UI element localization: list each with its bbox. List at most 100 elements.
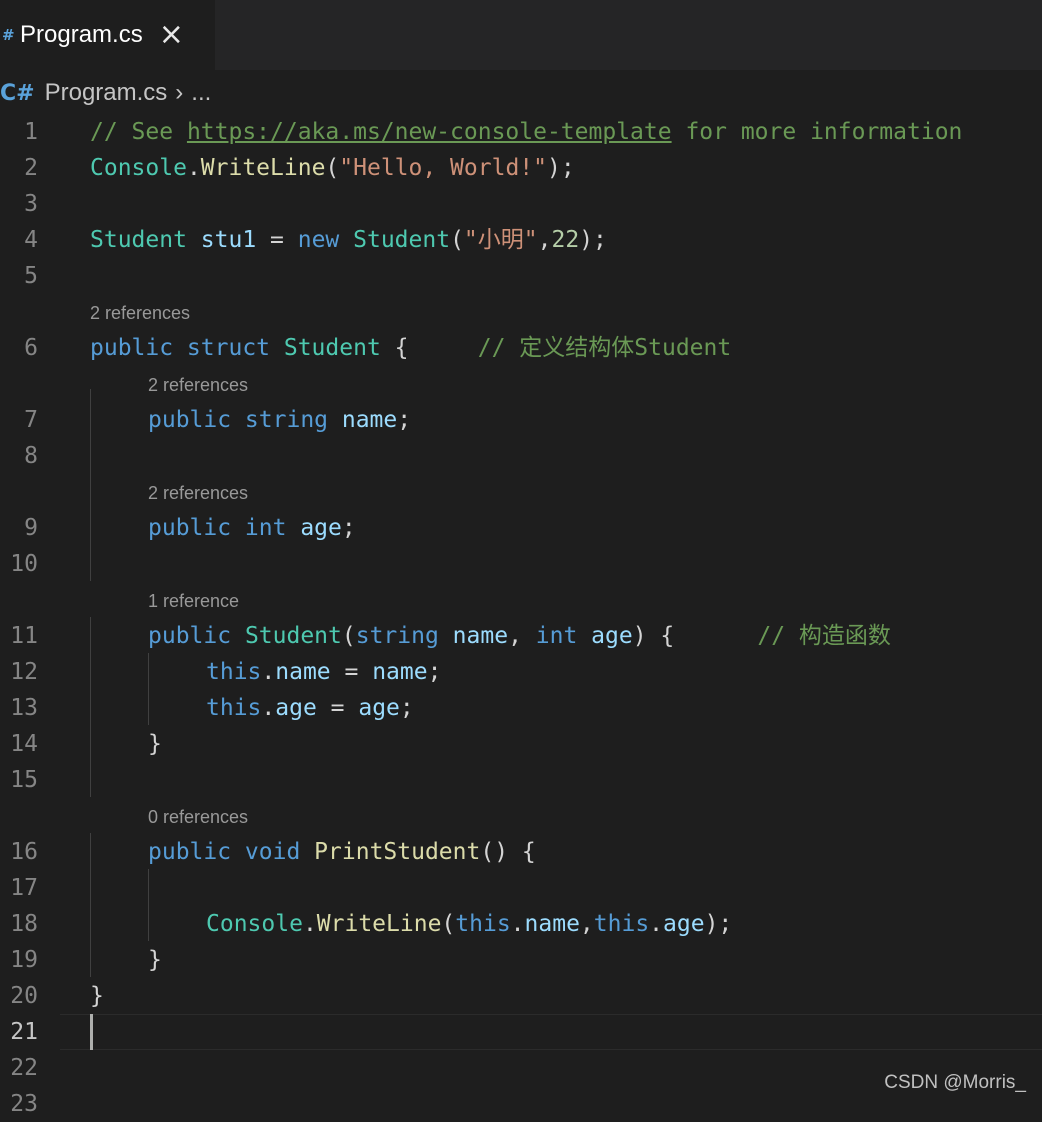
- codelens-references[interactable]: 0 references: [148, 806, 248, 828]
- close-icon[interactable]: ×: [159, 20, 184, 50]
- code-line: 12 this.name = name;: [0, 654, 1042, 690]
- code-line: 1 // See https://aka.ms/new-console-temp…: [0, 114, 1042, 150]
- code-line: 10: [0, 546, 1042, 582]
- punct-token: (: [441, 911, 456, 937]
- punct-token: .: [649, 911, 664, 937]
- code-line: 21: [0, 1014, 1042, 1050]
- method-token: WriteLine: [316, 911, 442, 937]
- punct-token: ) {: [632, 623, 675, 649]
- keyword-token: new: [297, 227, 340, 253]
- tab-label: Program.cs: [20, 21, 143, 48]
- tab-bar: # Program.cs ×: [0, 0, 1042, 70]
- line-number: 7: [24, 407, 38, 433]
- code-line: 2 Console.WriteLine("Hello, World!");: [0, 150, 1042, 186]
- code-line: 15: [0, 762, 1042, 798]
- line-number: 6: [24, 335, 38, 361]
- breadcrumb-file[interactable]: Program.cs: [45, 79, 168, 107]
- line-number: 21: [10, 1019, 38, 1045]
- line-number: 12: [10, 659, 38, 685]
- line-number: 5: [24, 263, 38, 289]
- breadcrumb: C# Program.cs › ...: [0, 74, 211, 112]
- watermark: CSDN @Morris_: [884, 1072, 1026, 1093]
- keyword-token: this: [206, 659, 262, 685]
- code-line: 11 public Student(string name, int age) …: [0, 618, 1042, 654]
- variable-token: age: [286, 515, 342, 541]
- variable-token: age: [663, 911, 705, 937]
- variable-token: age: [275, 695, 317, 721]
- brace-token: }: [148, 731, 162, 757]
- punct-token: ,: [537, 227, 552, 253]
- method-token: WriteLine: [200, 155, 326, 181]
- punct-token: ,: [508, 623, 536, 649]
- punct-token: .: [261, 695, 276, 721]
- line-number: 15: [10, 767, 38, 793]
- punct-token: );: [579, 227, 607, 253]
- keyword-token: this: [455, 911, 511, 937]
- class-token: Console: [90, 155, 187, 181]
- csharp-file-icon: C#: [0, 80, 35, 106]
- code-line: 4 Student stu1 = new Student("小明",22);: [0, 222, 1042, 258]
- line-number: 10: [10, 551, 38, 577]
- punct-token: ;: [427, 659, 442, 685]
- line-number: 11: [10, 623, 38, 649]
- keyword-token: public int: [148, 515, 287, 541]
- punct-token: ;: [397, 407, 412, 433]
- text-cursor: [90, 1014, 93, 1050]
- line-number: 17: [10, 875, 38, 901]
- csharp-file-icon: #: [2, 26, 15, 44]
- keyword-token: int: [535, 623, 578, 649]
- comment: // See: [90, 119, 187, 145]
- code-line: 5: [0, 258, 1042, 294]
- codelens-references[interactable]: 2 references: [148, 374, 248, 396]
- type-token: Student: [90, 227, 187, 253]
- keyword-token: this: [593, 911, 650, 937]
- punct-token: ;: [341, 515, 356, 541]
- code-line: 7 public string name;: [0, 402, 1042, 438]
- punct-token: (: [450, 227, 464, 253]
- line-number: 4: [24, 227, 38, 253]
- class-token: Console: [206, 911, 303, 937]
- line-number: 14: [10, 731, 38, 757]
- comment-link[interactable]: https://aka.ms/new-console-template: [187, 119, 672, 145]
- variable-token: age: [358, 695, 400, 721]
- type-token: Student: [231, 623, 342, 649]
- punct-token: .: [510, 911, 525, 937]
- type-token: Student: [270, 335, 381, 361]
- punct-token: (: [341, 623, 356, 649]
- punct-token: =: [330, 659, 373, 685]
- line-number: 18: [10, 911, 38, 937]
- variable-token: name: [372, 659, 428, 685]
- codelens-references[interactable]: 1 reference: [148, 590, 239, 612]
- code-line: 20 }: [0, 978, 1042, 1014]
- variable-token: stu1: [186, 227, 257, 253]
- keyword-token: public: [148, 623, 232, 649]
- tab-program-cs[interactable]: # Program.cs ×: [0, 0, 215, 70]
- punct-token: );: [547, 155, 575, 181]
- line-number: 3: [24, 191, 38, 217]
- codelens-references[interactable]: 2 references: [148, 482, 248, 504]
- variable-token: name: [524, 911, 580, 937]
- punct-token: =: [316, 695, 359, 721]
- chevron-right-icon: ›: [175, 79, 184, 106]
- keyword-token: public struct: [90, 335, 271, 361]
- code-line: 9 public int age;: [0, 510, 1042, 546]
- brace-token: }: [90, 983, 104, 1009]
- string-token: "Hello, World!": [339, 155, 547, 181]
- code-line: 13 this.age = age;: [0, 690, 1042, 726]
- code-line: 17: [0, 870, 1042, 906]
- codelens-references[interactable]: 2 references: [90, 302, 190, 324]
- code-line: 16 public void PrintStudent() {: [0, 834, 1042, 870]
- number-token: 22: [551, 227, 580, 253]
- code-line: 3: [0, 186, 1042, 222]
- punct-token: .: [261, 659, 276, 685]
- code-editor[interactable]: 1 // See https://aka.ms/new-console-temp…: [0, 114, 1042, 1117]
- keyword-token: public string: [148, 407, 329, 433]
- breadcrumb-more[interactable]: ...: [191, 79, 211, 107]
- string-token: "小明": [463, 227, 538, 253]
- line-number: 2: [24, 155, 38, 181]
- comment: // 定义结构体Student: [408, 335, 732, 361]
- brace-token: }: [148, 947, 162, 973]
- line-number: 23: [10, 1091, 38, 1117]
- punct-token: =: [256, 227, 298, 253]
- line-number: 13: [10, 695, 38, 721]
